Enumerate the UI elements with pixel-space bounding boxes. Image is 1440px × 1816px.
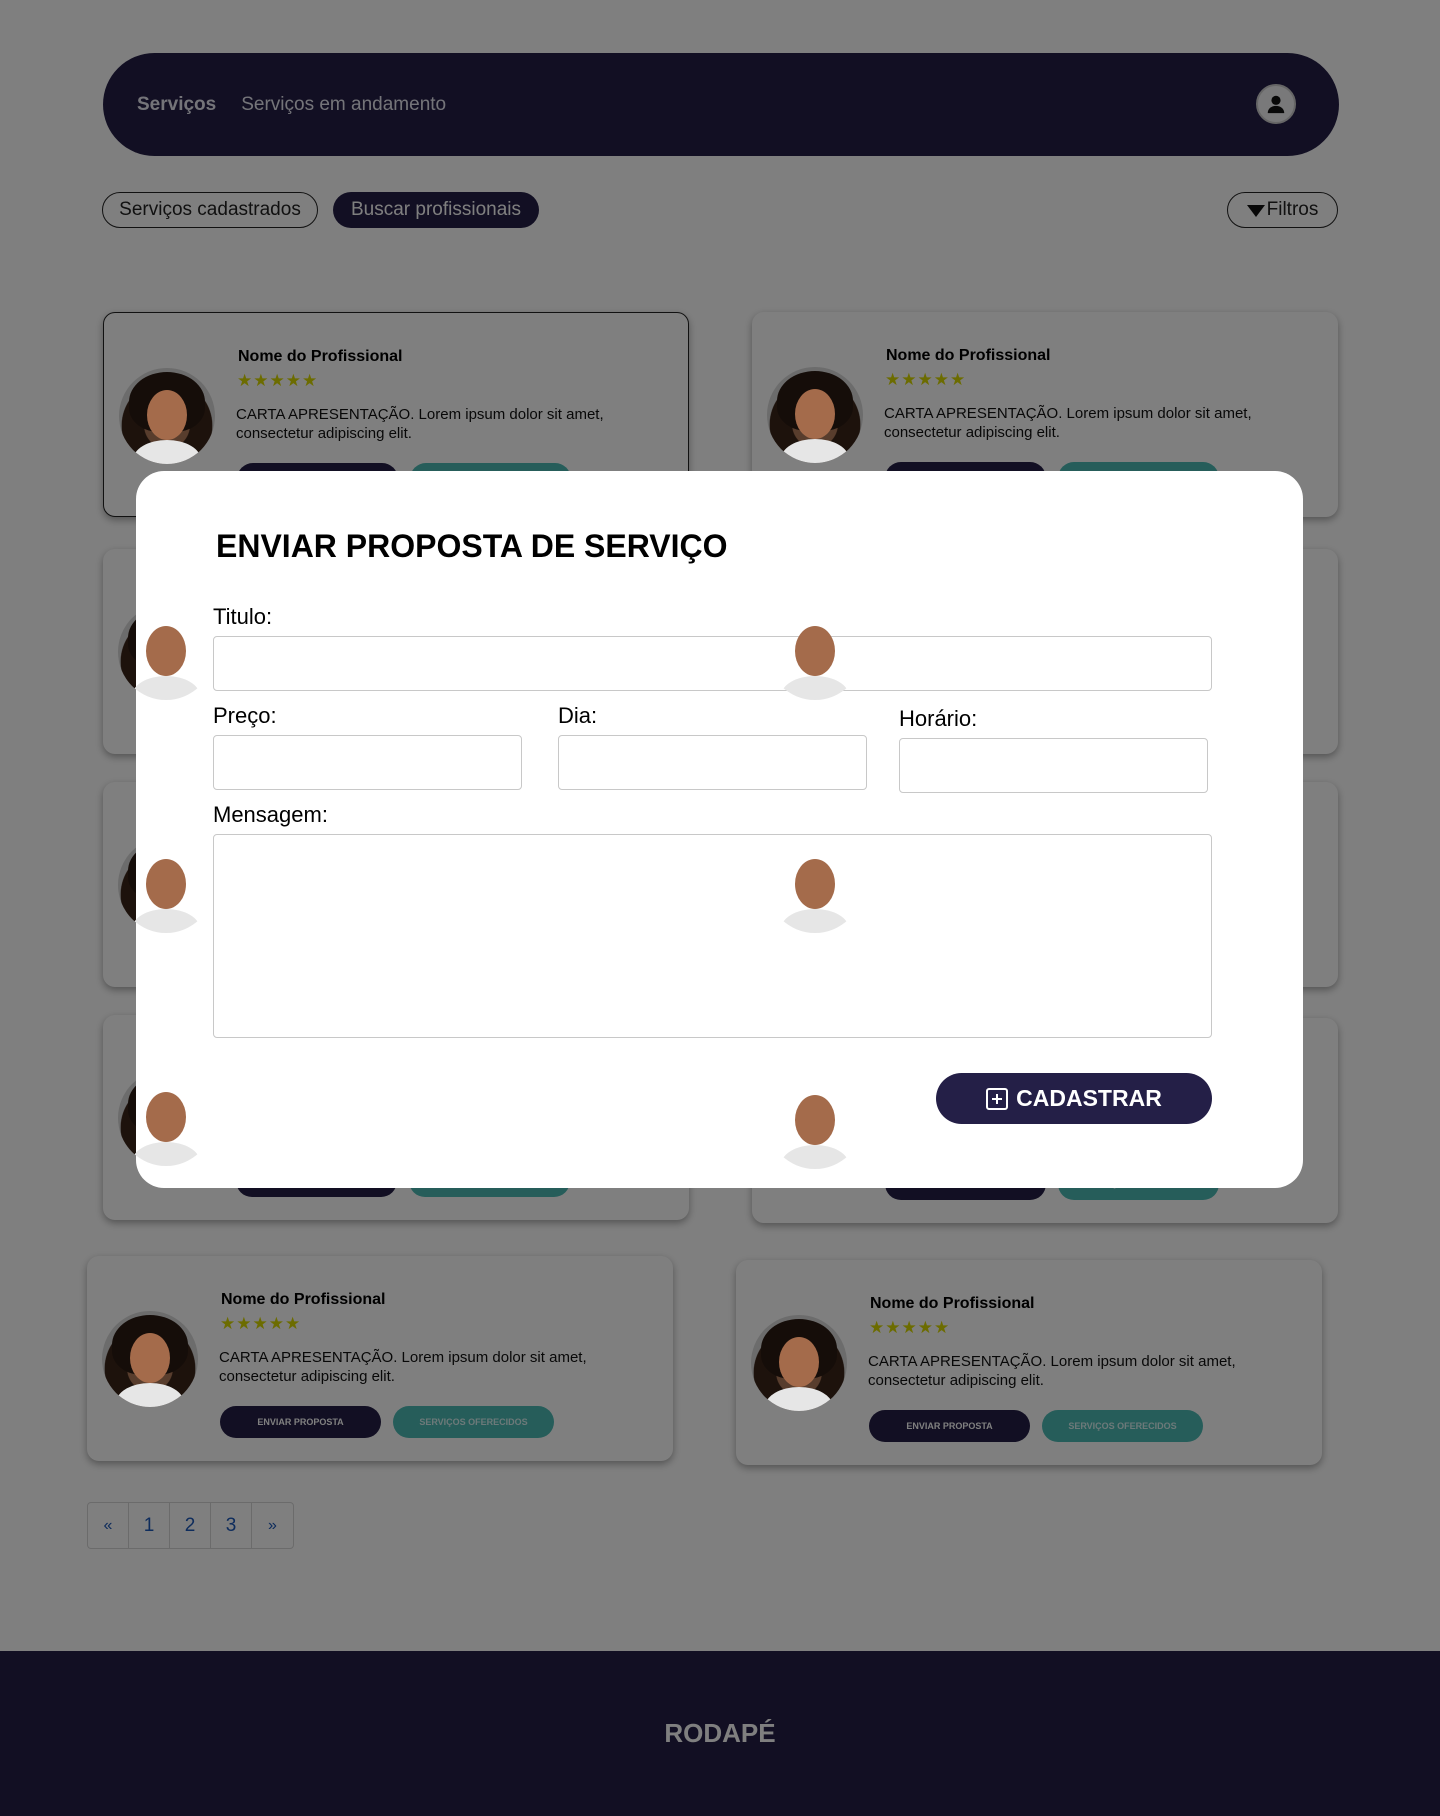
message-textarea[interactable] bbox=[213, 834, 1212, 1038]
time-input[interactable] bbox=[899, 738, 1208, 793]
title-input[interactable] bbox=[213, 636, 1212, 691]
message-label: Mensagem: bbox=[213, 802, 328, 827]
title-label: Titulo: bbox=[213, 604, 273, 629]
price-input[interactable] bbox=[213, 735, 522, 790]
day-label: Dia: bbox=[558, 703, 598, 728]
send-proposal-modal: ENVIAR PROPOSTA DE SERVIÇO Titulo: Preço… bbox=[136, 471, 1303, 1188]
modal-title: ENVIAR PROPOSTA DE SERVIÇO bbox=[216, 528, 728, 564]
plus-square-icon bbox=[986, 1087, 1009, 1110]
time-label: Horário: bbox=[899, 706, 978, 731]
submit-button[interactable]: CADASTRAR bbox=[936, 1073, 1212, 1124]
price-label: Preço: bbox=[213, 703, 277, 728]
submit-label: CADASTRAR bbox=[1016, 1085, 1162, 1111]
day-input[interactable] bbox=[558, 735, 867, 790]
